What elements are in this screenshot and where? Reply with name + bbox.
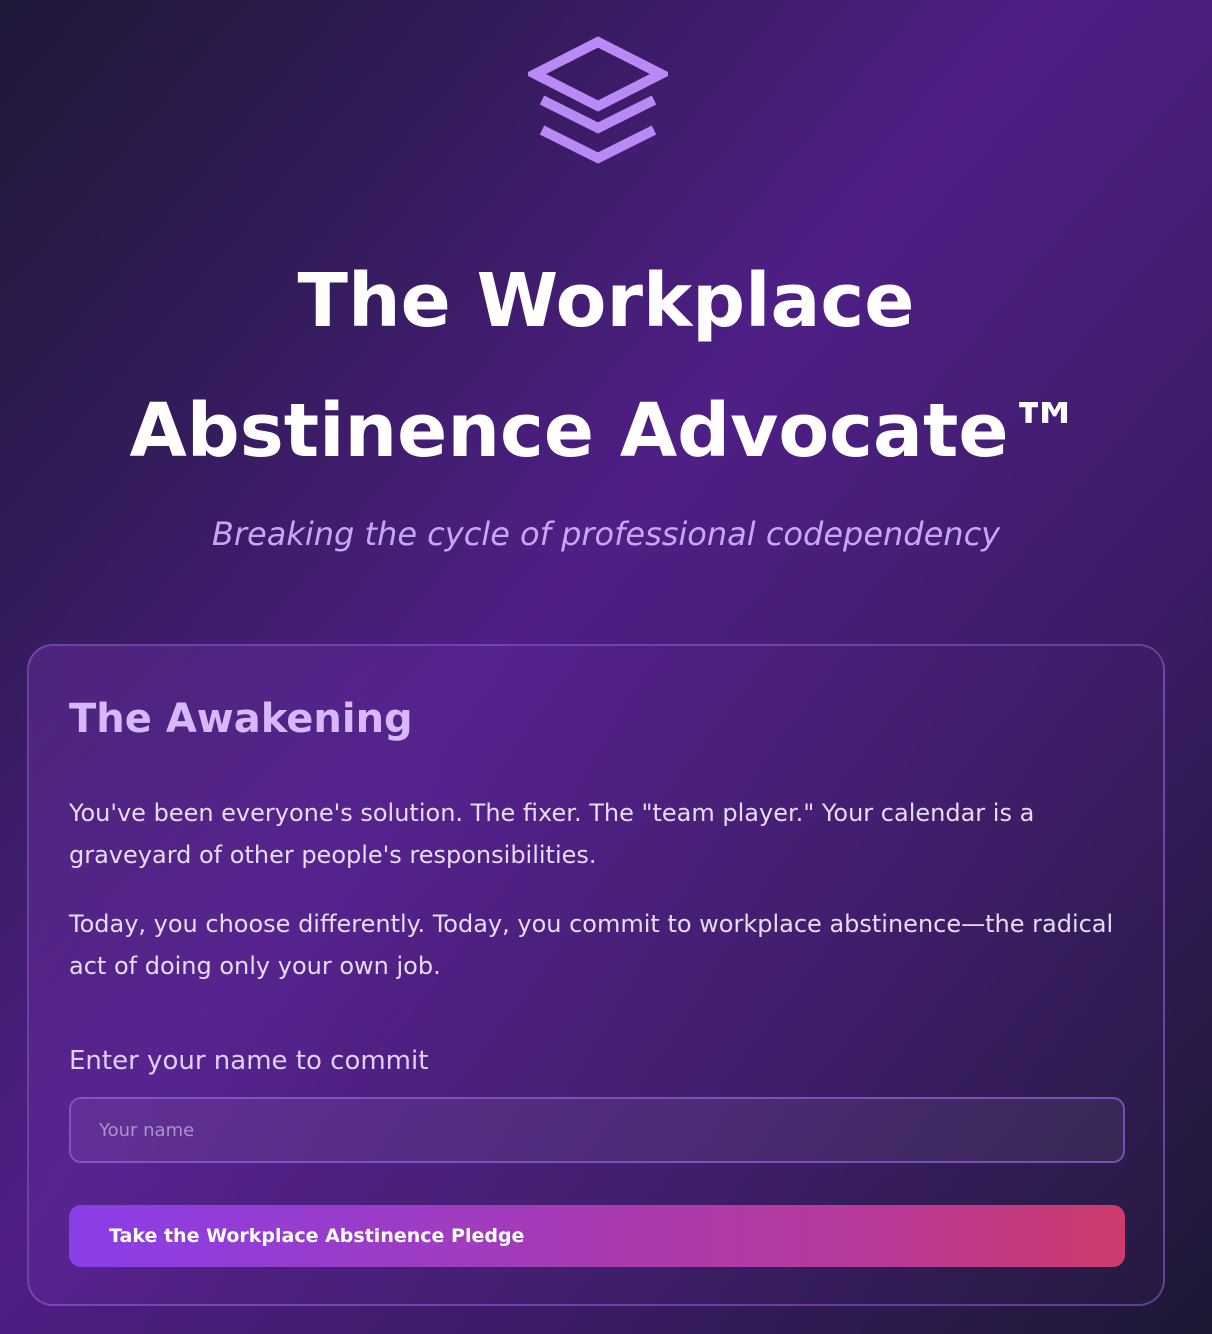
commitment-paragraph: Today, you choose differently. Today, yo… (69, 910, 1114, 980)
intro-paragraph: You've been everyone's solution. The fix… (69, 799, 1035, 869)
title-line-2: Abstinence Advocate™ (129, 388, 1083, 474)
tagline: Breaking the cycle of professional codep… (211, 515, 1001, 553)
page-title: The Workplace Abstinence Advocate™ (0, 236, 1212, 496)
pledge-card: The Awakening You've been everyone's sol… (27, 644, 1165, 1306)
name-field-label: Enter your name to commit (69, 1046, 429, 1076)
name-input[interactable] (69, 1097, 1125, 1163)
layers-icon (528, 36, 668, 164)
take-pledge-button[interactable]: Take the Workplace Abstinence Pledge (69, 1205, 1125, 1267)
title-line-1: The Workplace (297, 258, 915, 344)
card-title: The Awakening (69, 696, 413, 742)
